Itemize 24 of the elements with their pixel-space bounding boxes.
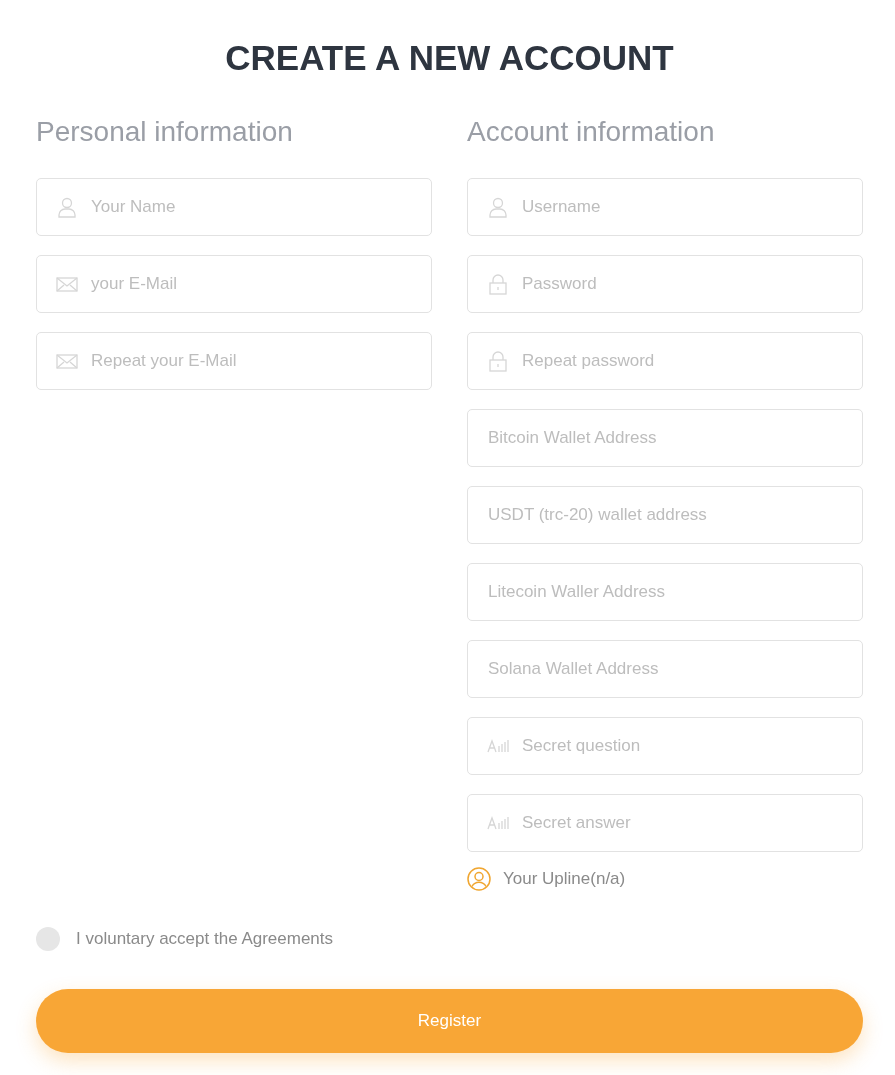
lock-icon [487, 350, 509, 372]
input-field[interactable]: USDT (trc-20) wallet address [467, 486, 863, 544]
input-field[interactable]: Secret answer [467, 794, 863, 852]
page-title: CREATE A NEW ACCOUNT [224, 38, 675, 78]
input-field[interactable]: Repeat your E-Mail [36, 332, 432, 390]
input-field[interactable]: Secret question [467, 717, 863, 775]
section-heading: Personal information [36, 116, 294, 148]
user-circle-icon [467, 867, 491, 891]
input-field[interactable]: your E-Mail [36, 255, 432, 313]
upline-label: Your Upline(n/a) [503, 869, 626, 889]
input-field[interactable]: Litecoin Waller Address [467, 563, 863, 621]
checkbox[interactable] [36, 927, 60, 951]
input-field[interactable]: Username [467, 178, 863, 236]
lock-icon [487, 273, 509, 295]
input-field[interactable]: Bitcoin Wallet Address [467, 409, 863, 467]
user-icon [56, 196, 78, 218]
user-icon [487, 196, 509, 218]
input-field[interactable]: Repeat password [467, 332, 863, 390]
agreement-label: I voluntary accept the Agreements [76, 929, 334, 949]
input-field[interactable]: Password [467, 255, 863, 313]
input-field[interactable]: Your Name [36, 178, 432, 236]
input-field[interactable]: Solana Wallet Address [467, 640, 863, 698]
register-button[interactable]: Register [36, 989, 863, 1053]
section-heading: Account information [467, 116, 716, 148]
